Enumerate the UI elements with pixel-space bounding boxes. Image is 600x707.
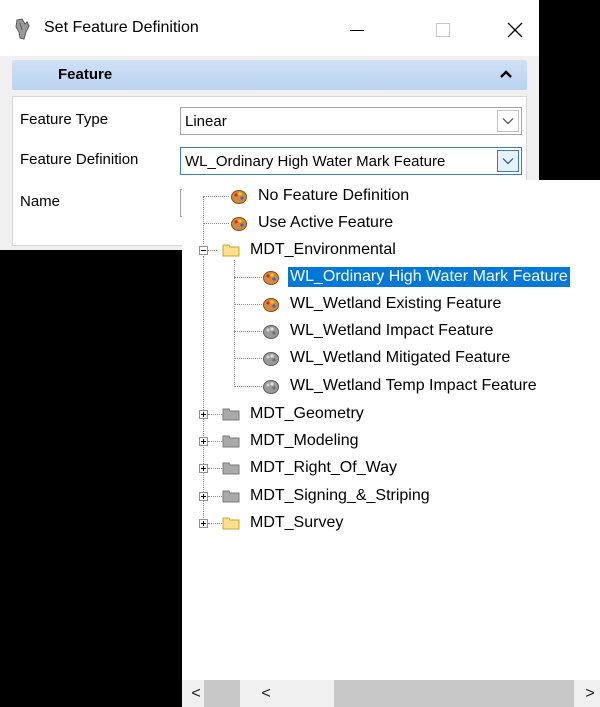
tree-connector [203,196,229,197]
close-button[interactable] [492,12,538,48]
minimize-icon [350,30,364,31]
feature-palette-gray-icon [263,352,279,366]
chevron-down-icon [502,118,514,125]
expand-toggle[interactable] [199,464,208,473]
scroll-right-arrow[interactable]: > [580,684,600,704]
tree-item-label: WL_Wetland Existing Feature [290,295,502,312]
scrollbar-track-segment[interactable] [204,680,240,707]
feature-type-select[interactable]: Linear [180,107,522,135]
maximize-icon [436,23,450,37]
name-label: Name [20,193,61,210]
tree-connector [234,331,262,332]
tree-item-mdt-right-of-way[interactable]: MDT_Right_Of_Way [222,455,399,481]
tree-item-label: WL_Wetland Temp Impact Feature [290,377,537,394]
window-title: Set Feature Definition [44,19,199,36]
tree-connector [208,414,222,415]
tree-item-wl-wetland-mitigated[interactable]: WL_Wetland Mitigated Feature [262,345,512,371]
folder-gray-icon [222,490,240,503]
folder-open-icon [222,244,240,257]
tree-item-mdt-signing-striping[interactable]: MDT_Signing_&_Striping [222,483,432,509]
tree-item-wl-ordinary-high-water-mark[interactable]: WL_Ordinary High Water Mark Feature [262,264,570,290]
tree-item-label: MDT_Geometry [250,405,364,422]
tree-item-label: MDT_Survey [250,514,344,531]
feature-definition-dropdown-button[interactable] [497,150,519,172]
tree-connector [203,256,204,524]
tree-item-label: Use Active Feature [258,214,394,231]
feature-type-label: Feature Type [20,111,109,128]
feature-panel-title: Feature [58,66,113,83]
collapse-toggle[interactable] [199,246,208,255]
expand-toggle[interactable] [199,492,208,501]
expand-toggle[interactable] [199,437,208,446]
feature-palette-icon [263,271,279,285]
horizontal-scrollbar[interactable]: < < > [182,680,600,707]
feature-palette-gray-icon [263,380,279,394]
feature-definition-label: Feature Definition [20,151,139,168]
tree-connector [203,223,229,224]
tree-connector [208,496,222,497]
scroll-left-arrow[interactable]: < [186,684,206,704]
title-bar[interactable]: Set Feature Definition [0,0,539,56]
feature-type-dropdown-button[interactable] [497,110,519,132]
feature-type-value: Linear [185,113,227,130]
minimize-button[interactable] [334,12,380,48]
tree-item-label: WL_Ordinary High Water Mark Feature [288,267,570,287]
expand-toggle[interactable] [199,410,208,419]
tree-connector [208,468,222,469]
tree-connector [208,523,222,524]
tree-connector [234,304,262,305]
tree-item-use-active-feature[interactable]: Use Active Feature [230,210,395,236]
tree-connector [234,260,235,387]
tree-item-wl-wetland-existing[interactable]: WL_Wetland Existing Feature [262,291,503,317]
feature-palette-icon [231,190,247,204]
tree-item-label: WL_Wetland Mitigated Feature [290,349,511,366]
tree-item-mdt-environmental[interactable]: MDT_Environmental [222,237,398,263]
feature-definition-value: WL_Ordinary High Water Mark Feature [185,153,446,170]
scrollbar-thumb[interactable] [334,680,574,707]
tree-item-no-feature-definition[interactable]: No Feature Definition [230,183,411,209]
folder-gray-icon [222,462,240,475]
tree-item-label: MDT_Environmental [250,241,396,258]
close-icon [507,22,523,38]
feature-definition-dropdown[interactable]: No Feature Definition Use Active Feature… [182,180,600,707]
scroll-left-arrow-inner[interactable]: < [256,684,276,704]
folder-gray-icon [222,408,240,421]
tree-connector [234,277,262,278]
folder-gray-icon [222,435,240,448]
tree-item-wl-wetland-impact[interactable]: WL_Wetland Impact Feature [262,318,495,344]
tree-item-label: MDT_Modeling [250,432,359,449]
tree-item-label: MDT_Signing_&_Striping [250,487,430,504]
tree-connector [203,196,204,244]
tree-item-label: MDT_Right_Of_Way [250,459,397,476]
feature-palette-icon [231,217,247,231]
tree-item-mdt-modeling[interactable]: MDT_Modeling [222,428,360,454]
pen-hand-icon [15,18,30,40]
tree-item-mdt-survey[interactable]: MDT_Survey [222,510,345,536]
feature-panel-header[interactable]: Feature [12,60,527,90]
feature-definition-select[interactable]: WL_Ordinary High Water Mark Feature [180,147,522,175]
chevron-down-icon [502,158,514,165]
chevron-up-icon[interactable] [499,68,513,80]
tree-connector [234,386,262,387]
feature-palette-icon [263,298,279,312]
maximize-button[interactable] [420,12,466,48]
tree-item-wl-wetland-temp-impact[interactable]: WL_Wetland Temp Impact Feature [262,373,539,399]
tree-item-label: WL_Wetland Impact Feature [290,322,494,339]
feature-palette-gray-icon [263,325,279,339]
folder-yellow-icon [222,517,240,530]
feature-tree: No Feature Definition Use Active Feature… [182,180,600,680]
tree-item-label: No Feature Definition [258,187,410,204]
tree-connector [234,358,262,359]
expand-toggle[interactable] [199,519,208,528]
tree-item-mdt-geometry[interactable]: MDT_Geometry [222,401,366,427]
tree-connector [208,441,222,442]
